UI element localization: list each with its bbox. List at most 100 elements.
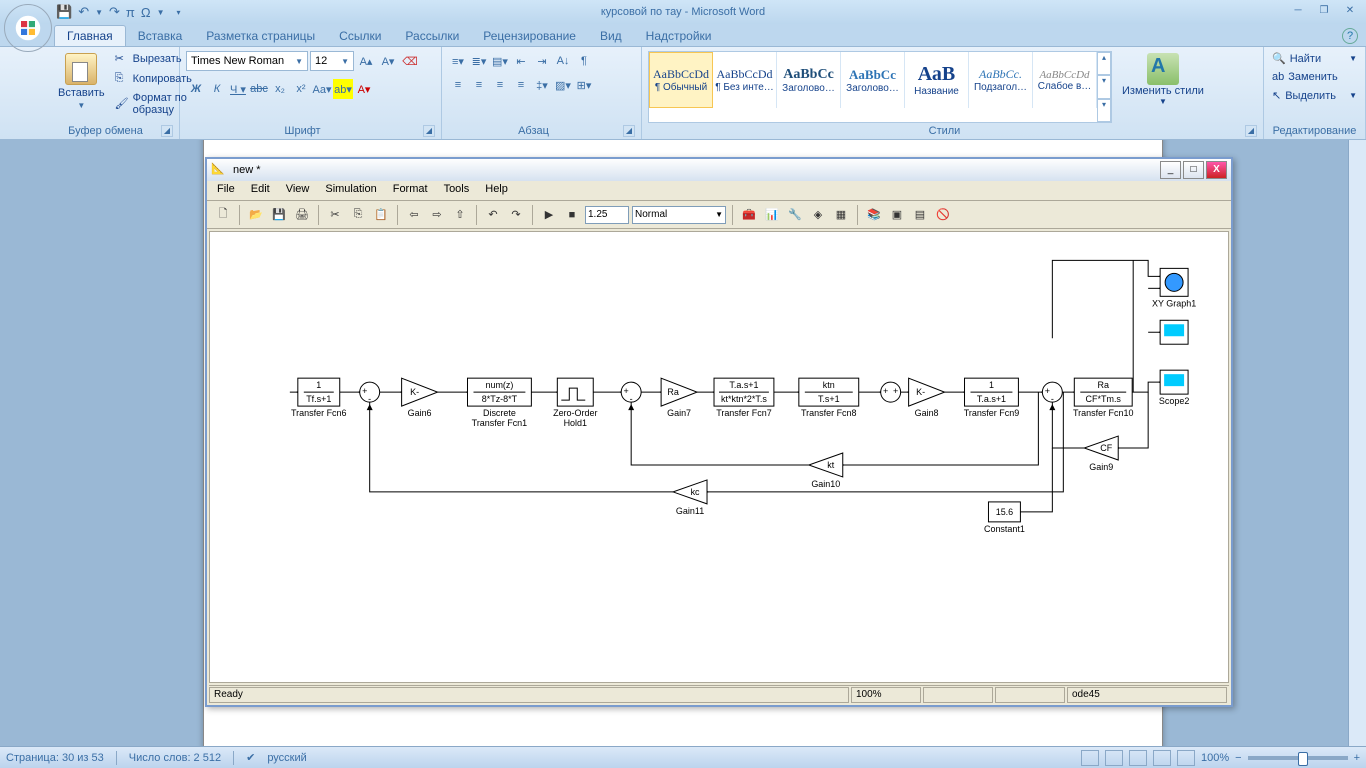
office-button[interactable] <box>4 4 52 52</box>
tool-e-icon[interactable]: ▦ <box>831 205 851 225</box>
style-nospacing[interactable]: AaBbCcDd¶ Без инте… <box>713 52 777 108</box>
shrink-font-button[interactable]: A▾ <box>378 51 398 71</box>
qat-save-icon[interactable]: 💾 <box>56 4 72 20</box>
menu-edit[interactable]: Edit <box>251 183 270 198</box>
block-transfer-fcn8[interactable]: ktn T.s+1 Transfer Fcn8 <box>799 378 859 418</box>
block-zoh1[interactable]: Zero-Order Hold1 <box>553 378 597 428</box>
vertical-scrollbar[interactable] <box>1348 140 1366 746</box>
run-icon[interactable]: ▶ <box>539 205 559 225</box>
tool-a-icon[interactable]: 🧰 <box>739 205 759 225</box>
tab-references[interactable]: Ссылки <box>327 26 393 46</box>
block-sum1[interactable]: +- <box>360 382 380 404</box>
increase-indent-button[interactable]: ⇥ <box>532 51 552 71</box>
sim-mode-combo[interactable]: Normal▼ <box>632 206 726 224</box>
decrease-indent-button[interactable]: ⇤ <box>511 51 531 71</box>
qat-omega-dropdown[interactable]: ▼ <box>157 8 165 17</box>
font-size-combo[interactable]: 12▼ <box>310 51 354 71</box>
block-sum4[interactable]: +- <box>1042 382 1062 404</box>
menu-format[interactable]: Format <box>393 183 428 198</box>
menu-file[interactable]: File <box>217 183 235 198</box>
font-dialog-launcher[interactable]: ◢ <box>423 125 435 137</box>
tool-g-icon[interactable]: ▣ <box>887 205 907 225</box>
change-case-button[interactable]: Aa▾ <box>312 79 332 99</box>
zoom-slider[interactable] <box>1248 756 1348 760</box>
block-gain11[interactable]: kc Gain11 <box>673 480 707 516</box>
zoom-out-button[interactable]: − <box>1235 752 1241 764</box>
stop-icon[interactable]: ■ <box>562 205 582 225</box>
styles-scroll-up[interactable]: ▴ <box>1097 52 1111 75</box>
styles-gallery[interactable]: AaBbCcDd¶ Обычный AaBbCcDd¶ Без инте… Aa… <box>648 51 1112 123</box>
paste-button[interactable]: Вставить ▼ <box>54 51 109 123</box>
grow-font-button[interactable]: A▴ <box>356 51 376 71</box>
open-icon[interactable]: 📂 <box>246 205 266 225</box>
block-transfer-fcn10[interactable]: Ra CF*Tm.s Transfer Fcn10 <box>1073 378 1133 418</box>
tool-i-icon[interactable]: 🚫 <box>933 205 953 225</box>
view-read-button[interactable] <box>1105 750 1123 766</box>
block-gain8[interactable]: K- Gain8 <box>909 378 945 418</box>
block-sum3[interactable]: ++ <box>881 382 901 402</box>
cut-icon[interactable]: ✂ <box>325 205 345 225</box>
italic-button[interactable]: К <box>207 79 227 99</box>
style-subtle[interactable]: AaBbCcDdСлабое в… <box>1033 52 1097 108</box>
tab-addins[interactable]: Надстройки <box>634 26 724 46</box>
stoptime-input[interactable] <box>585 206 629 224</box>
print-icon[interactable]: 🖨 <box>292 205 312 225</box>
tool-b-icon[interactable]: 📊 <box>762 205 782 225</box>
view-web-button[interactable] <box>1129 750 1147 766</box>
view-outline-button[interactable] <box>1153 750 1171 766</box>
undo-icon[interactable]: ↶ <box>483 205 503 225</box>
qat-undo-dropdown[interactable]: ▼ <box>95 8 103 17</box>
maximize-button[interactable]: ❐ <box>1312 2 1336 18</box>
view-draft-button[interactable] <box>1177 750 1195 766</box>
align-left-button[interactable]: ≡ <box>448 75 468 95</box>
back-icon[interactable]: ⇦ <box>404 205 424 225</box>
clipboard-dialog-launcher[interactable]: ◢ <box>161 125 173 137</box>
zoom-value[interactable]: 100% <box>1201 752 1229 764</box>
status-page[interactable]: Страница: 30 из 53 <box>6 752 104 764</box>
highlight-button[interactable]: ab▾ <box>333 79 353 99</box>
sim-maximize-button[interactable]: □ <box>1183 161 1204 179</box>
block-transfer-fcn9[interactable]: 1 T.a.s+1 Transfer Fcn9 <box>964 378 1020 418</box>
fwd-icon[interactable]: ⇨ <box>427 205 447 225</box>
replace-button[interactable]: abЗаменить <box>1270 70 1359 84</box>
find-button[interactable]: 🔍Найти▼ <box>1270 51 1359 66</box>
tab-page-layout[interactable]: Разметка страницы <box>194 26 327 46</box>
menu-help[interactable]: Help <box>485 183 508 198</box>
block-gain9[interactable]: CF Gain9 <box>1084 436 1118 472</box>
sim-minimize-button[interactable]: _ <box>1160 161 1181 179</box>
clear-formatting-button[interactable]: ⌫ <box>400 51 420 71</box>
font-color-button[interactable]: A▾ <box>354 79 374 99</box>
status-words[interactable]: Число слов: 2 512 <box>129 752 221 764</box>
font-face-combo[interactable]: Times New Roman▼ <box>186 51 308 71</box>
style-heading2[interactable]: AaBbCcЗаголово… <box>841 52 905 108</box>
qat-customize[interactable]: ▾ <box>177 8 181 17</box>
paste-dropdown-icon[interactable]: ▼ <box>77 101 85 110</box>
block-sum2[interactable]: +- <box>621 382 641 404</box>
block-transfer-fcn7[interactable]: T.a.s+1 kt*ktn*2*T.s Transfer Fcn7 <box>714 378 774 418</box>
align-center-button[interactable]: ≡ <box>469 75 489 95</box>
save-icon[interactable]: 💾 <box>269 205 289 225</box>
block-constant1[interactable]: 15.6 Constant1 <box>984 502 1025 534</box>
underline-button[interactable]: Ч ▾ <box>228 79 248 99</box>
subscript-button[interactable]: x₂ <box>270 79 290 99</box>
status-lang[interactable]: русский <box>267 752 306 764</box>
sort-button[interactable]: A↓ <box>553 51 573 71</box>
up-icon[interactable]: ⇧ <box>450 205 470 225</box>
style-subtitle[interactable]: AaBbCc.Подзагол… <box>969 52 1033 108</box>
simulink-titlebar[interactable]: 📐 new * _ □ X <box>207 159 1231 181</box>
close-button[interactable]: ✕ <box>1338 2 1362 18</box>
tab-mailings[interactable]: Рассылки <box>393 26 471 46</box>
strike-button[interactable]: abc <box>249 79 269 99</box>
bullets-button[interactable]: ≡▾ <box>448 51 468 71</box>
menu-simulation[interactable]: Simulation <box>325 183 376 198</box>
menu-tools[interactable]: Tools <box>444 183 470 198</box>
line-spacing-button[interactable]: ‡▾ <box>532 75 552 95</box>
qat-pi-icon[interactable]: π <box>126 5 135 20</box>
minimize-button[interactable]: ─ <box>1286 2 1310 18</box>
copy-icon[interactable]: ⎘ <box>348 205 368 225</box>
select-button[interactable]: ↖Выделить▼ <box>1270 88 1359 103</box>
zoom-in-button[interactable]: + <box>1354 752 1360 764</box>
block-transfer-fcn6[interactable]: 1 Tf.s+1 Transfer Fcn6 <box>291 378 347 418</box>
align-right-button[interactable]: ≡ <box>490 75 510 95</box>
block-gain7[interactable]: Ra Gain7 <box>661 378 697 418</box>
